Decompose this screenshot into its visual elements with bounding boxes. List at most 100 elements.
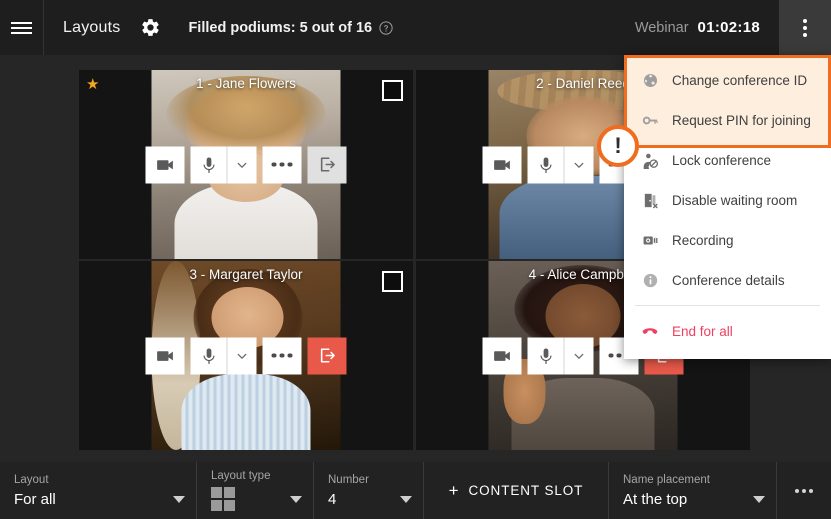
layout-select[interactable]: Layout For all (0, 462, 197, 519)
conference-layouts-screen: Layouts Filled podiums: 5 out of 16 Webi… (0, 0, 831, 519)
add-content-slot-button[interactable]: + CONTENT SLOT (424, 462, 609, 519)
alert-badge: ! (597, 125, 639, 167)
microphone-icon (202, 156, 215, 173)
layout-type-select[interactable]: Layout type (197, 462, 314, 519)
key-icon (641, 111, 659, 129)
menu-item-end-for-all[interactable]: End for all (624, 311, 831, 351)
name-placement-value: At the top (623, 490, 688, 508)
menu-item-label: Disable waiting room (672, 192, 798, 208)
help-circle-icon[interactable] (379, 20, 393, 35)
menu-item-lock-conference[interactable]: Lock conference (624, 140, 831, 180)
page-title: Layouts (63, 18, 121, 36)
menu-item-label: End for all (672, 323, 733, 339)
chevron-down-icon (237, 353, 247, 359)
conference-mode-label: Webinar (634, 19, 689, 36)
microphone-icon (202, 347, 215, 364)
menu-item-label: Request PIN for joining (672, 112, 811, 128)
microphone-control-group (527, 146, 594, 183)
toggle-microphone-button[interactable] (527, 337, 565, 374)
participant-tile[interactable]: 3 - Margaret Taylor (79, 261, 413, 450)
menu-bottom-padding (624, 351, 831, 359)
participant-tile[interactable]: ★ 1 - Jane Flowers (79, 70, 413, 259)
microphone-control-group (190, 337, 257, 374)
pinned-star-icon: ★ (86, 76, 100, 93)
menu-item-recording[interactable]: Recording (624, 220, 831, 260)
chevron-down-icon (237, 162, 247, 168)
layout-type-label: Layout type (211, 470, 271, 482)
toggle-camera-button[interactable] (482, 146, 522, 183)
globe-icon (641, 71, 659, 89)
menu-item-label: Change conference ID (672, 72, 808, 88)
video-camera-icon (494, 350, 510, 361)
menu-separator (635, 305, 820, 306)
microphone-options-button[interactable] (227, 337, 257, 374)
toggle-microphone-button[interactable] (190, 337, 228, 374)
microphone-control-group (527, 337, 594, 374)
participant-controls (145, 146, 347, 183)
menu-item-change-conference-id[interactable]: Change conference ID (624, 60, 831, 100)
toggle-camera-button[interactable] (145, 337, 185, 374)
chevron-down-icon[interactable] (290, 496, 302, 503)
add-content-slot-label: CONTENT SLOT (468, 483, 584, 498)
filled-podiums-status: Filled podiums: 5 out of 16 (188, 20, 393, 36)
microphone-icon (539, 347, 552, 364)
video-camera-icon (157, 350, 173, 361)
record-camera-icon (641, 231, 659, 249)
kebab-menu-icon (803, 18, 807, 23)
layout-toolbar: Layout For all Layout type Number 4 + CO… (0, 462, 831, 519)
name-placement-label: Name placement (623, 473, 710, 486)
more-horizontal-icon (271, 162, 293, 167)
menu-item-label: Recording (672, 232, 734, 248)
settings-button[interactable] (128, 0, 172, 55)
more-horizontal-icon (795, 488, 799, 493)
microphone-icon (539, 156, 552, 173)
more-horizontal-icon (271, 353, 293, 358)
layout-select-value: For all (14, 490, 56, 508)
menu-item-conference-details[interactable]: Conference details (624, 260, 831, 300)
hamburger-icon (11, 21, 32, 24)
toggle-microphone-button[interactable] (527, 146, 565, 183)
phone-hangup-icon (641, 322, 659, 340)
video-camera-icon (157, 159, 173, 170)
microphone-options-button[interactable] (564, 146, 594, 183)
menu-item-disable-waiting-room[interactable]: Disable waiting room (624, 180, 831, 220)
toggle-microphone-button[interactable] (190, 146, 228, 183)
conference-overflow-menu-button[interactable] (779, 0, 831, 55)
gear-icon (142, 19, 159, 36)
microphone-options-button[interactable] (564, 337, 594, 374)
person-lock-icon (641, 151, 659, 169)
participant-select-checkbox[interactable] (382, 271, 403, 292)
app-header: Layouts Filled podiums: 5 out of 16 Webi… (0, 0, 831, 55)
toggle-camera-button[interactable] (145, 146, 185, 183)
participant-more-button[interactable] (262, 337, 302, 374)
info-icon (641, 271, 659, 289)
number-select-value: 4 (328, 490, 337, 508)
plus-icon: + (448, 480, 460, 500)
name-placement-select[interactable]: Name placement At the top (609, 462, 777, 519)
microphone-options-button[interactable] (227, 146, 257, 183)
hamburger-menu-button[interactable] (0, 0, 43, 55)
toggle-camera-button[interactable] (482, 337, 522, 374)
remove-participant-button[interactable] (307, 337, 347, 374)
participant-select-checkbox[interactable] (382, 80, 403, 101)
chevron-down-icon (574, 162, 584, 168)
video-camera-icon (494, 159, 510, 170)
chevron-down-icon[interactable] (400, 496, 412, 503)
exit-participant-icon (320, 157, 335, 172)
number-select-label: Number (328, 473, 369, 486)
participant-controls (145, 337, 347, 374)
layout-select-label: Layout (14, 473, 49, 486)
number-select[interactable]: Number 4 (314, 462, 424, 519)
waiting-room-x-icon (641, 191, 659, 209)
remove-participant-button[interactable] (307, 146, 347, 183)
filled-podiums-text: Filled podiums: 5 out of 16 (188, 19, 373, 36)
chevron-down-icon[interactable] (173, 496, 185, 503)
menu-item-request-pin[interactable]: Request PIN for joining (624, 100, 831, 140)
chevron-down-icon[interactable] (753, 496, 765, 503)
menu-item-label: Conference details (672, 272, 785, 288)
participant-more-button[interactable] (262, 146, 302, 183)
toolbar-overflow-button[interactable] (777, 462, 831, 519)
exit-participant-icon (320, 348, 335, 363)
menu-item-label: Lock conference (672, 152, 772, 168)
grid-2x2-icon (211, 487, 299, 511)
